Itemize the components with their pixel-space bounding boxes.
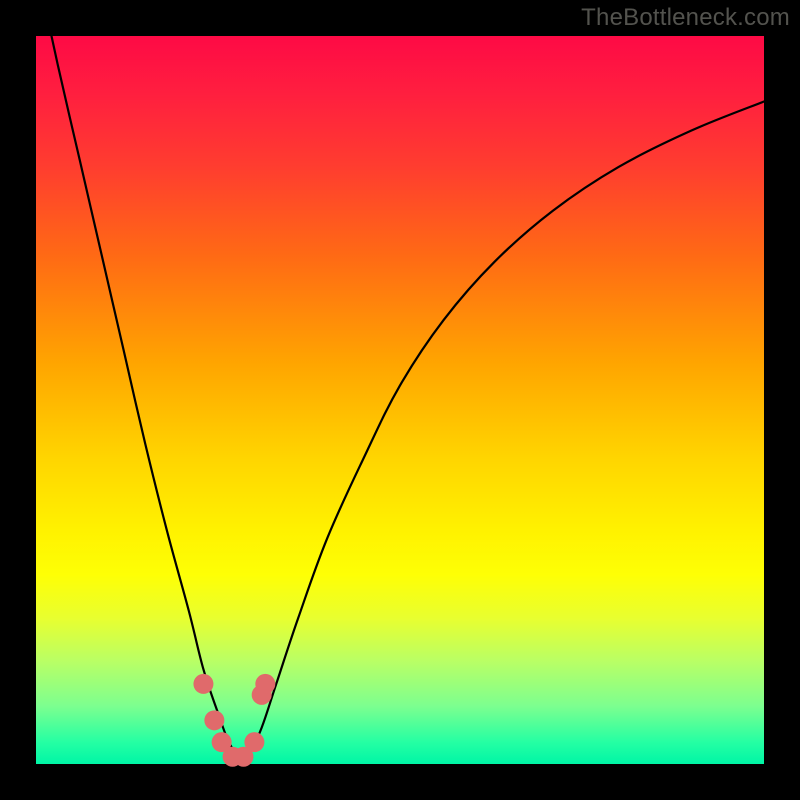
chart-frame: TheBottleneck.com [0,0,800,800]
chart-svg [36,36,764,764]
plot-area [36,36,764,764]
bottleneck-curve [36,0,764,757]
attribution-label: TheBottleneck.com [581,4,790,32]
curve-marker [255,674,275,694]
curve-marker [193,674,213,694]
highlighted-points [193,674,275,767]
curve-marker [204,710,224,730]
curve-marker [244,732,264,752]
